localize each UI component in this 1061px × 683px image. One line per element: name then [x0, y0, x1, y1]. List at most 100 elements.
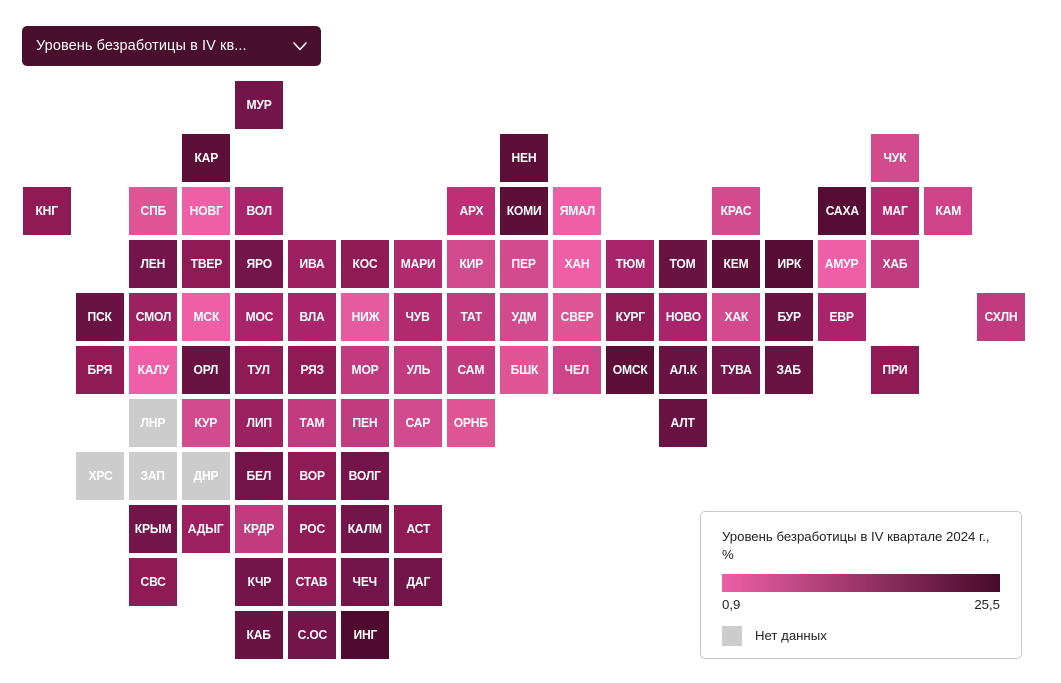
map-tile-СХЛН[interactable]: СХЛН	[976, 292, 1026, 342]
map-tile-ВЛА[interactable]: ВЛА	[287, 292, 337, 342]
map-tile-СВЕР[interactable]: СВЕР	[552, 292, 602, 342]
map-tile-УДМ[interactable]: УДМ	[499, 292, 549, 342]
map-tile-КУРГ[interactable]: КУРГ	[605, 292, 655, 342]
map-tile-ИВА[interactable]: ИВА	[287, 239, 337, 289]
map-tile-ЛНР[interactable]: ЛНР	[128, 398, 178, 448]
map-tile-ПЕН[interactable]: ПЕН	[340, 398, 390, 448]
map-tile-БЕЛ[interactable]: БЕЛ	[234, 451, 284, 501]
map-tile-КАМ[interactable]: КАМ	[923, 186, 973, 236]
map-tile-КНГ[interactable]: КНГ	[22, 186, 72, 236]
map-tile-РЯЗ[interactable]: РЯЗ	[287, 345, 337, 395]
map-tile-СПБ[interactable]: СПБ	[128, 186, 178, 236]
map-tile-БРЯ[interactable]: БРЯ	[75, 345, 125, 395]
map-tile-ТУВА[interactable]: ТУВА	[711, 345, 761, 395]
map-tile-АДЫГ[interactable]: АДЫГ	[181, 504, 231, 554]
map-tile-СМОЛ[interactable]: СМОЛ	[128, 292, 178, 342]
map-tile-КРДР[interactable]: КРДР	[234, 504, 284, 554]
map-tile-ВОЛГ[interactable]: ВОЛГ	[340, 451, 390, 501]
map-tile-label: ВОЛГ	[348, 469, 382, 483]
map-tile-ЛИП[interactable]: ЛИП	[234, 398, 284, 448]
map-tile-МОР[interactable]: МОР	[340, 345, 390, 395]
map-tile-label: АЛТ	[670, 416, 696, 430]
map-tile-АМУР[interactable]: АМУР	[817, 239, 867, 289]
map-tile-ЧЕЛ[interactable]: ЧЕЛ	[552, 345, 602, 395]
map-tile-АСТ[interactable]: АСТ	[393, 504, 443, 554]
map-tile-МУР[interactable]: МУР	[234, 80, 284, 130]
map-tile-КАЛМ[interactable]: КАЛМ	[340, 504, 390, 554]
map-tile-ИНГ[interactable]: ИНГ	[340, 610, 390, 660]
map-tile-ЛЕН[interactable]: ЛЕН	[128, 239, 178, 289]
map-tile-КУР[interactable]: КУР	[181, 398, 231, 448]
map-tile-ТВЕР[interactable]: ТВЕР	[181, 239, 231, 289]
map-tile-АЛТ[interactable]: АЛТ	[658, 398, 708, 448]
map-tile-ХАН[interactable]: ХАН	[552, 239, 602, 289]
map-tile-КРЫМ[interactable]: КРЫМ	[128, 504, 178, 554]
map-tile-ЗАП[interactable]: ЗАП	[128, 451, 178, 501]
map-tile-СВС[interactable]: СВС	[128, 557, 178, 607]
map-tile-МАГ[interactable]: МАГ	[870, 186, 920, 236]
map-tile-ПРИ[interactable]: ПРИ	[870, 345, 920, 395]
map-tile-ОРНБ[interactable]: ОРНБ	[446, 398, 496, 448]
map-tile-label: МОР	[351, 363, 379, 377]
map-tile-С.ОС[interactable]: С.ОС	[287, 610, 337, 660]
map-tile-label: ЕВР	[829, 310, 855, 324]
map-tile-label: УЛЬ	[406, 363, 430, 377]
map-tile-КРАС[interactable]: КРАС	[711, 186, 761, 236]
map-tile-КАР[interactable]: КАР	[181, 133, 231, 183]
map-tile-ОМСК[interactable]: ОМСК	[605, 345, 655, 395]
map-tile-КЕМ[interactable]: КЕМ	[711, 239, 761, 289]
map-tile-МАРИ[interactable]: МАРИ	[393, 239, 443, 289]
map-tile-label: ИВА	[299, 257, 325, 271]
map-tile-ЧУК[interactable]: ЧУК	[870, 133, 920, 183]
map-tile-ТОМ[interactable]: ТОМ	[658, 239, 708, 289]
map-tile-ДАГ[interactable]: ДАГ	[393, 557, 443, 607]
map-tile-РОС[interactable]: РОС	[287, 504, 337, 554]
map-tile-НИЖ[interactable]: НИЖ	[340, 292, 390, 342]
map-tile-ПСК[interactable]: ПСК	[75, 292, 125, 342]
map-tile-БШК[interactable]: БШК	[499, 345, 549, 395]
map-tile-САР[interactable]: САР	[393, 398, 443, 448]
map-tile-ЧЕЧ[interactable]: ЧЕЧ	[340, 557, 390, 607]
map-tile-САХА[interactable]: САХА	[817, 186, 867, 236]
map-tile-ПЕР[interactable]: ПЕР	[499, 239, 549, 289]
map-tile-КОМИ[interactable]: КОМИ	[499, 186, 549, 236]
map-tile-label: СПБ	[140, 204, 166, 218]
map-tile-label: КЧР	[247, 575, 271, 589]
map-tile-МСК[interactable]: МСК	[181, 292, 231, 342]
map-tile-ТАТ[interactable]: ТАТ	[446, 292, 496, 342]
legend-scale: 0,9 25,5	[722, 597, 1000, 613]
map-tile-label: ЗАБ	[776, 363, 802, 377]
map-tile-ХРС[interactable]: ХРС	[75, 451, 125, 501]
map-tile-КИР[interactable]: КИР	[446, 239, 496, 289]
map-tile-НОВО[interactable]: НОВО	[658, 292, 708, 342]
map-tile-УЛЬ[interactable]: УЛЬ	[393, 345, 443, 395]
map-tile-ТЮМ[interactable]: ТЮМ	[605, 239, 655, 289]
map-tile-АРХ[interactable]: АРХ	[446, 186, 496, 236]
map-tile-ЯРО[interactable]: ЯРО	[234, 239, 284, 289]
map-tile-КЧР[interactable]: КЧР	[234, 557, 284, 607]
map-tile-ОРЛ[interactable]: ОРЛ	[181, 345, 231, 395]
map-tile-ЯМАЛ[interactable]: ЯМАЛ	[552, 186, 602, 236]
map-tile-АЛ.К[interactable]: АЛ.К	[658, 345, 708, 395]
map-tile-ВОЛ[interactable]: ВОЛ	[234, 186, 284, 236]
map-tile-ДНР[interactable]: ДНР	[181, 451, 231, 501]
map-tile-ЗАБ[interactable]: ЗАБ	[764, 345, 814, 395]
map-tile-МОС[interactable]: МОС	[234, 292, 284, 342]
map-tile-НОВГ[interactable]: НОВГ	[181, 186, 231, 236]
map-tile-СТАВ[interactable]: СТАВ	[287, 557, 337, 607]
map-tile-ХАБ[interactable]: ХАБ	[870, 239, 920, 289]
map-tile-ТАМ[interactable]: ТАМ	[287, 398, 337, 448]
map-tile-ЧУВ[interactable]: ЧУВ	[393, 292, 443, 342]
map-tile-БУР[interactable]: БУР	[764, 292, 814, 342]
map-tile-КАБ[interactable]: КАБ	[234, 610, 284, 660]
map-tile-НЕН[interactable]: НЕН	[499, 133, 549, 183]
map-tile-ТУЛ[interactable]: ТУЛ	[234, 345, 284, 395]
map-tile-КАЛУ[interactable]: КАЛУ	[128, 345, 178, 395]
map-tile-САМ[interactable]: САМ	[446, 345, 496, 395]
map-tile-label: МОС	[245, 310, 273, 324]
map-tile-ВОР[interactable]: ВОР	[287, 451, 337, 501]
map-tile-ЕВР[interactable]: ЕВР	[817, 292, 867, 342]
map-tile-ИРК[interactable]: ИРК	[764, 239, 814, 289]
map-tile-ХАК[interactable]: ХАК	[711, 292, 761, 342]
map-tile-КОС[interactable]: КОС	[340, 239, 390, 289]
